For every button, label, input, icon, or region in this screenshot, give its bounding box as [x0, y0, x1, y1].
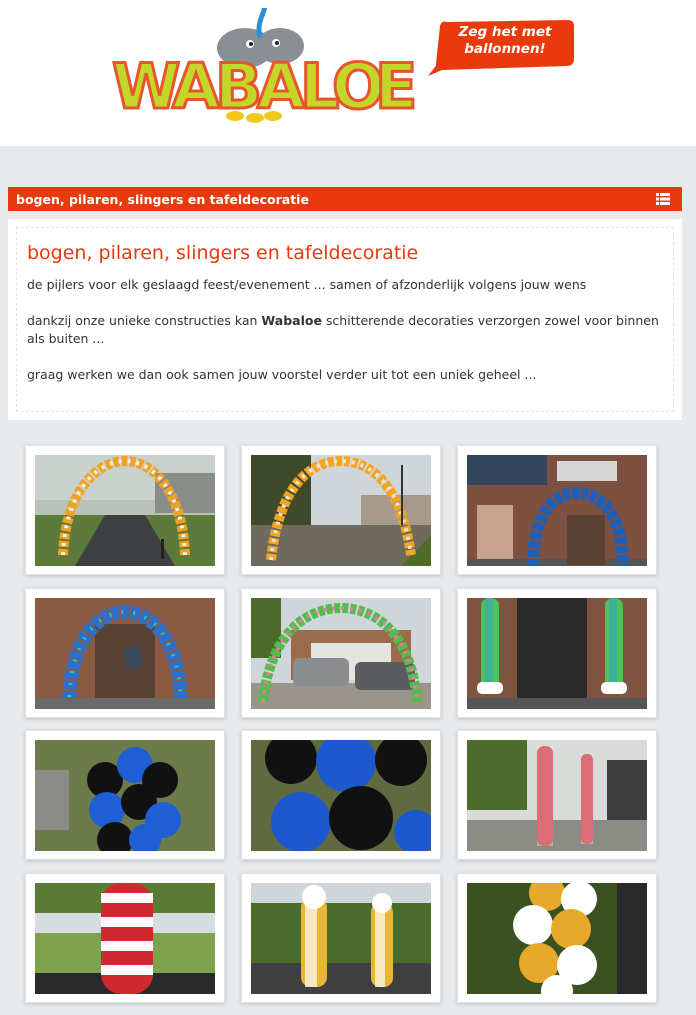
gallery-photo[interactable] — [25, 588, 225, 718]
gallery-photo[interactable] — [241, 588, 441, 718]
wabaloe-logo[interactable]: W A B A L O E — [110, 8, 422, 128]
gallery-photo[interactable] — [25, 730, 225, 860]
gallery-photo[interactable] — [457, 588, 657, 718]
site-header: W A B A L O E Zeg het met ballonnen! — [0, 0, 696, 146]
black-blue-column-image — [35, 740, 215, 851]
gallery-photo[interactable] — [241, 873, 441, 1003]
bubble-line-1: Zeg het met — [458, 24, 552, 40]
black-blue-detail-image — [251, 740, 431, 851]
intro-paragraph-3: graag werken we dan ook samen jouw voors… — [27, 367, 537, 382]
gallery-photo[interactable] — [241, 445, 441, 575]
gallery-photo[interactable] — [241, 730, 441, 860]
gallery-photo[interactable] — [25, 445, 225, 575]
green-columns-door-image — [467, 598, 647, 709]
orange-arch-park-image — [35, 455, 215, 566]
svg-text:A: A — [172, 50, 220, 123]
svg-text:E: E — [375, 50, 417, 123]
intro-section: bogen, pilaren, slingers en tafeldecorat… — [8, 219, 682, 420]
green-pink-arch-driveway-image — [251, 598, 431, 709]
nav-page-title: bogen, pilaren, slingers en tafeldecorat… — [16, 191, 309, 207]
gallery-photo[interactable] — [457, 445, 657, 575]
para2-before: dankzij onze unieke constructies kan — [27, 313, 262, 328]
gallery-photo[interactable] — [457, 730, 657, 860]
red-white-outdoor-image — [35, 883, 215, 994]
list-icon[interactable] — [656, 193, 670, 205]
bubble-line-2: ballonnen! — [464, 41, 546, 57]
intro-card: bogen, pilaren, slingers en tafeldecorat… — [16, 227, 674, 412]
navigation-bar[interactable]: bogen, pilaren, slingers en tafeldecorat… — [8, 187, 682, 211]
intro-paragraph-1: de pijlers voor elk geslaagd feest/evene… — [27, 277, 587, 292]
bubble-slogan: Zeg het met ballonnen! — [446, 24, 564, 58]
orange-arch-entrance-image — [251, 455, 431, 566]
brand-name: Wabaloe — [261, 313, 322, 328]
gallery-photo[interactable] — [25, 873, 225, 1003]
svg-text:A: A — [257, 50, 305, 123]
header-divider — [0, 146, 696, 148]
blue-arch-garage-image — [467, 455, 647, 566]
red-white-indoor-image — [467, 740, 647, 851]
gold-white-ghost-columns-image — [251, 883, 431, 994]
blue-arch-brick-image — [35, 598, 215, 709]
gold-white-closeup-image — [467, 883, 647, 994]
gallery-photo[interactable] — [457, 873, 657, 1003]
svg-text:W: W — [112, 50, 180, 123]
page-title: bogen, pilaren, slingers en tafeldecorat… — [27, 242, 419, 264]
intro-paragraph-2: dankzij onze unieke constructies kan Wab… — [27, 312, 663, 348]
